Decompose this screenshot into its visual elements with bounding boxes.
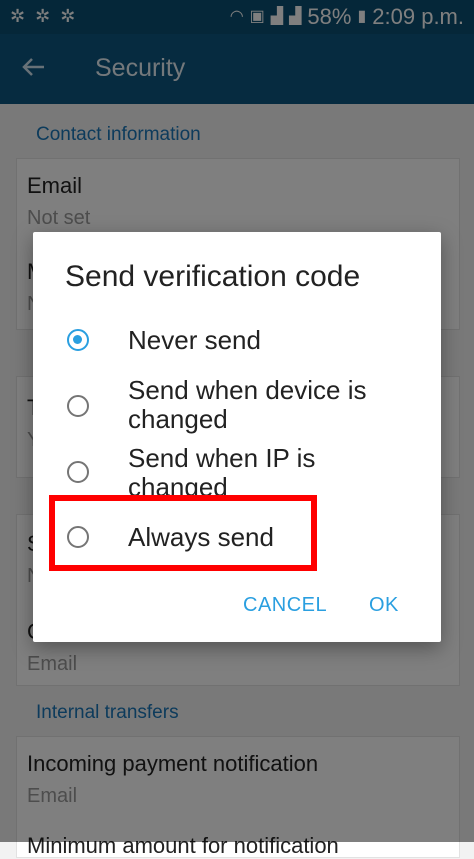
highlight-box [49, 495, 317, 571]
option-label: Send when device is changed [128, 375, 367, 434]
radio-button[interactable] [67, 461, 89, 483]
option-label: Never send [128, 325, 261, 355]
option-label: Send when IP is changed [128, 444, 316, 496]
cancel-button[interactable]: CANCEL [243, 594, 327, 617]
radio-button-checked[interactable] [67, 329, 89, 351]
ok-button[interactable]: OK [369, 594, 399, 617]
option-device-changed[interactable]: Send when device is changed [33, 376, 441, 440]
radio-button[interactable] [67, 395, 89, 417]
dialog-title: Send verification code [65, 260, 361, 293]
option-never-send[interactable]: Never send [33, 324, 441, 374]
verification-code-dialog: Send verification code Never send Send w… [33, 232, 441, 642]
option-ip-changed[interactable]: Send when IP is changed [33, 444, 441, 496]
